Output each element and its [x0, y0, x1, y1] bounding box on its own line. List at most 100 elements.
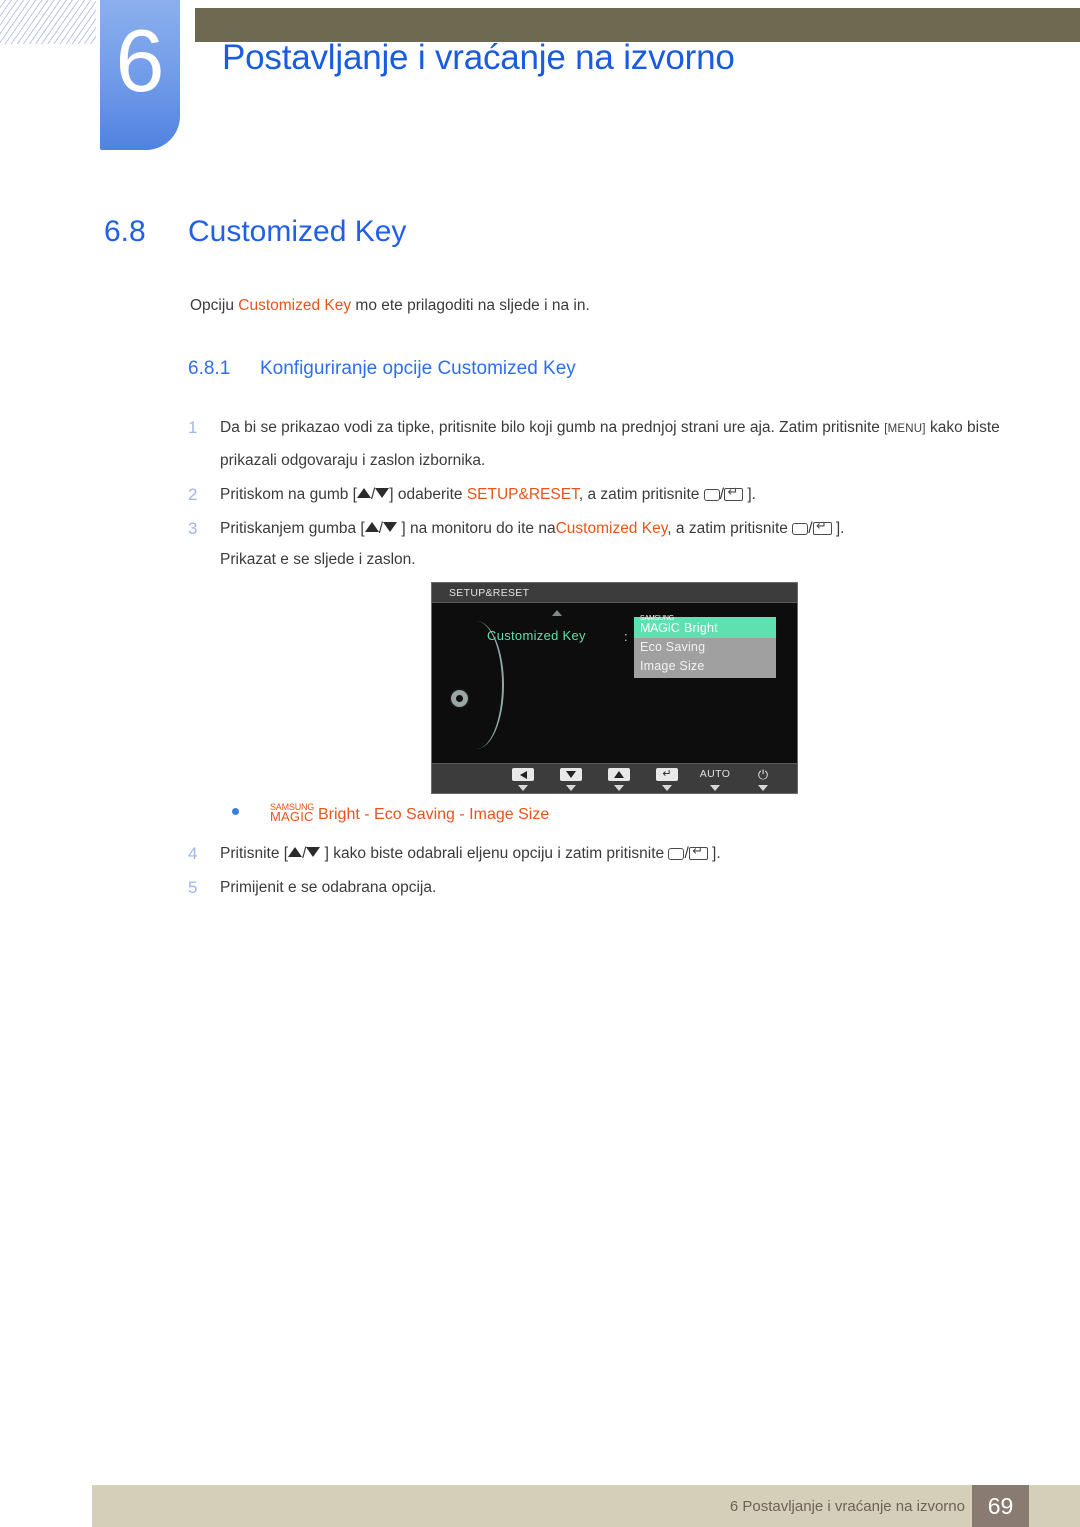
- up-arrow-button[interactable]: [595, 768, 643, 791]
- triangle-down-icon: [306, 847, 321, 857]
- osd-menu-item-label: Bright: [684, 621, 718, 635]
- chapter-number-block: 6: [100, 0, 180, 150]
- return-arrow-icon: ↵: [662, 768, 672, 780]
- footer-band: 6 Postavljanje i vraćanje na izvorno 69: [92, 1485, 1080, 1527]
- step-number: 1: [188, 418, 198, 437]
- caret-down-icon: [758, 785, 768, 791]
- scroll-up-indicator-icon: [552, 610, 562, 616]
- section-title: Customized Key: [188, 215, 407, 248]
- bullet-text: SAMSUNG MAGIC Bright - Eco Saving - Imag…: [270, 802, 550, 824]
- intro-highlight: Customized Key: [238, 297, 352, 314]
- page-number: 69: [972, 1485, 1029, 1527]
- osd-screenshot: SETUP&RESET Customized Key : SAMSUNG MAGI…: [431, 582, 798, 794]
- corner-hatch-decoration: [0, 0, 96, 44]
- intro-text-before: Opciju: [190, 297, 239, 314]
- down-arrow-button-key: [560, 768, 582, 781]
- osd-button-bar: ↵ AUTO ⏻: [432, 763, 797, 793]
- magic-word: MAGIC: [640, 621, 680, 635]
- enter-button-key: ↵: [656, 768, 678, 781]
- bullet-dot-icon: [232, 808, 239, 815]
- enter-button-icon: [812, 519, 832, 535]
- subsection-title: Konfiguriranje opcije Customized Key: [260, 358, 576, 379]
- menu-button-icon: [792, 523, 809, 535]
- caret-down-icon: [566, 785, 576, 791]
- step-item: 1 Da bi se prikazao vodi za tipke, pritis…: [188, 412, 1018, 476]
- osd-menu-item[interactable]: Eco Saving: [634, 638, 776, 657]
- step-text-fragment: , a zatim pritisnite: [667, 520, 793, 537]
- step-item: 5 Primijenit e se odabrana opcija.: [188, 872, 1018, 903]
- steps-list-tail: 4 Pritisnite [/ ] kako biste odabrali elj…: [188, 838, 1018, 906]
- step-text-fragment: /: [808, 520, 813, 537]
- step-body: Pritisnite [/ ] kako biste odabrali elje…: [220, 838, 721, 869]
- menu-button-icon: [703, 489, 720, 501]
- step-item: 4 Pritisnite [/ ] kako biste odabrali elj…: [188, 838, 1018, 869]
- osd-title-bar: SETUP&RESET: [432, 583, 797, 603]
- step-body: Da bi se prikazao vodi za tipke, pritisn…: [220, 412, 1018, 476]
- step-text-fragment: Da bi se prikazao vodi za tipke, pritisn…: [220, 419, 885, 436]
- step-text-fragment: Primijenit e se odabrana opcija.: [220, 879, 437, 896]
- up-arrow-button-key: [608, 768, 630, 781]
- step-number: 4: [188, 844, 198, 863]
- enter-button-icon: [688, 844, 708, 860]
- step-text-fragment: Pritiskanjem gumba [: [220, 520, 365, 537]
- step-body: Pritiskanjem gumba [ / ] na monitoru do i…: [220, 513, 844, 575]
- step-item: 2 Pritiskom na gumb [/] odaberite SETUP&R…: [188, 479, 1018, 510]
- enter-button[interactable]: ↵: [643, 768, 691, 791]
- intro-text-after: mo ete prilagoditi na sljede i na in.: [351, 297, 590, 314]
- menu-key-label: [MENU]: [884, 423, 926, 435]
- chapter-number: 6: [115, 11, 165, 110]
- step-text-fragment: ].: [743, 486, 756, 503]
- step-text-fragment: , a zatim pritisnite: [578, 486, 704, 503]
- step-number: 2: [188, 485, 198, 504]
- step-text-fragment: ] kako biste odabrali eljenu opciju i za…: [320, 845, 669, 862]
- magic-word: MAGIC: [270, 809, 314, 824]
- osd-setting-label: Customized Key: [487, 628, 586, 643]
- step-text-fragment: ] odaberite: [389, 486, 467, 503]
- power-icon: ⏻: [757, 767, 769, 782]
- samsung-magic-logo: SAMSUNG MAGIC: [640, 615, 684, 635]
- steps-list: 1 Da bi se prikazao vodi za tipke, pritis…: [188, 412, 1018, 578]
- subsection-number: 6.8.1: [188, 358, 231, 379]
- triangle-up-icon: [364, 522, 379, 532]
- osd-colon: :: [624, 629, 628, 644]
- step-body: Pritiskom na gumb [/] odaberite SETUP&RE…: [220, 479, 756, 510]
- step-text-fragment: Pritiskom na gumb [: [220, 486, 357, 503]
- power-button[interactable]: ⏻: [739, 768, 787, 791]
- left-arrow-button-key: [512, 768, 534, 781]
- left-arrow-icon: [519, 770, 527, 779]
- step-item: 3 Pritiskanjem gumba [ / ] na monitoru do …: [188, 513, 1018, 575]
- chapter-title: Postavljanje i vraćanje na izvorno: [222, 38, 735, 77]
- triangle-up-icon: [288, 847, 303, 857]
- gear-icon: [450, 689, 469, 708]
- section-heading: 6.8 Customized Key: [104, 215, 406, 249]
- step-body: Primijenit e se odabrana opcija.: [220, 872, 436, 903]
- step-text-fragment: ] na monitoru do ite na: [397, 520, 556, 537]
- caret-down-icon: [662, 785, 672, 791]
- down-arrow-icon: [566, 771, 576, 778]
- up-arrow-icon: [614, 771, 624, 778]
- auto-button[interactable]: AUTO: [691, 768, 739, 791]
- auto-button-label: AUTO: [699, 768, 731, 780]
- highlighted-term: Customized Key: [555, 520, 668, 537]
- caret-down-icon: [614, 785, 624, 791]
- enter-button-icon: [724, 485, 744, 501]
- osd-option-menu: SAMSUNG MAGIC Bright Eco Saving Image Size: [634, 615, 776, 678]
- osd-menu-item[interactable]: SAMSUNG MAGIC Bright: [634, 615, 776, 638]
- osd-menu-item[interactable]: Image Size: [634, 657, 776, 676]
- footer-breadcrumb: 6 Postavljanje i vraćanje na izvorno: [729, 1498, 965, 1515]
- highlighted-term: SETUP&RESET: [466, 486, 579, 503]
- left-arrow-button[interactable]: [499, 768, 547, 791]
- bullet-options: Bright - Eco Saving - Image Size: [318, 806, 550, 823]
- step-number: 5: [188, 878, 198, 897]
- triangle-down-icon: [375, 488, 390, 498]
- header-bar: [195, 8, 1080, 42]
- step-continuation: Prikazat e se sljede i zaslon.: [220, 551, 416, 568]
- subsection-heading: 6.8.1 Konfiguriranje opcije Customized K…: [188, 358, 576, 380]
- triangle-down-icon: [383, 522, 398, 532]
- down-arrow-button[interactable]: [547, 768, 595, 791]
- caret-down-icon: [518, 785, 528, 791]
- step-text-fragment: ].: [707, 845, 721, 862]
- triangle-up-icon: [356, 488, 371, 498]
- step-number: 3: [188, 519, 198, 538]
- samsung-magic-logo: SAMSUNG MAGIC: [270, 802, 318, 824]
